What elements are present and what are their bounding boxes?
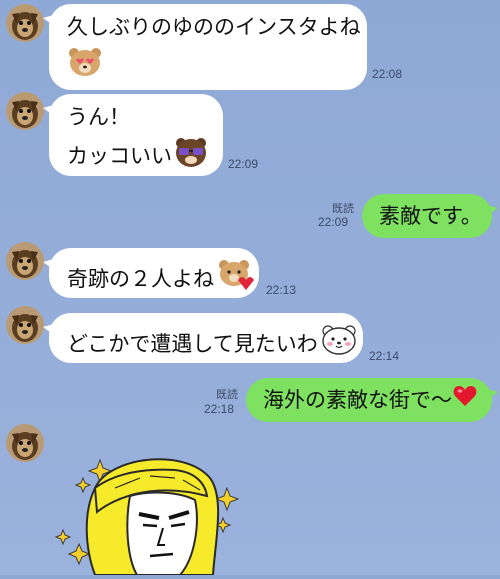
avatar[interactable]	[6, 242, 44, 280]
message-text: 奇跡の２人よね	[67, 267, 214, 291]
timestamp: 22:08	[372, 67, 403, 81]
message-text: 久しぶりのゆののインスタよね	[67, 15, 361, 39]
red-heart-icon	[453, 385, 477, 415]
brown-bear-sunglasses-icon	[174, 136, 208, 176]
message-text: カッコいい	[67, 144, 172, 168]
message-bubble[interactable]: 海外の素敵な街で〜	[246, 378, 498, 422]
avatar[interactable]	[6, 92, 44, 130]
timestamp: 22:13	[266, 283, 297, 297]
white-bear-icon	[320, 323, 358, 365]
read-receipt: 既読	[216, 388, 238, 401]
message-text: どこかで遭遇して見たいわ	[67, 332, 318, 356]
bear-heart-eyes-icon	[67, 46, 103, 86]
message-bubble[interactable]: どこかで遭遇して見たいわ	[43, 313, 363, 365]
message-bubble[interactable]: 久しぶりのゆののインスタよね	[43, 4, 367, 90]
message-bubble[interactable]: 素敵です。	[362, 194, 498, 238]
avatar[interactable]	[6, 424, 44, 462]
timestamp: 22:18	[204, 402, 235, 416]
timestamp: 22:09	[318, 215, 349, 229]
read-receipt: 既読	[332, 202, 354, 215]
timestamp: 22:09	[228, 157, 259, 171]
timestamp: 22:14	[369, 349, 400, 363]
avatar[interactable]	[6, 4, 44, 42]
bear-heart-icon	[216, 258, 254, 300]
blonde-man-sticker-icon[interactable]	[54, 448, 245, 576]
message-bubble[interactable]: 奇跡の２人よね	[43, 248, 259, 300]
message-text: 海外の素敵な街で〜	[263, 388, 452, 412]
message-text: 素敵です。	[379, 204, 482, 228]
message-bubble[interactable]: うん！ カッコいい	[43, 94, 223, 176]
message-text: うん！	[67, 105, 130, 129]
avatar[interactable]	[6, 306, 44, 344]
